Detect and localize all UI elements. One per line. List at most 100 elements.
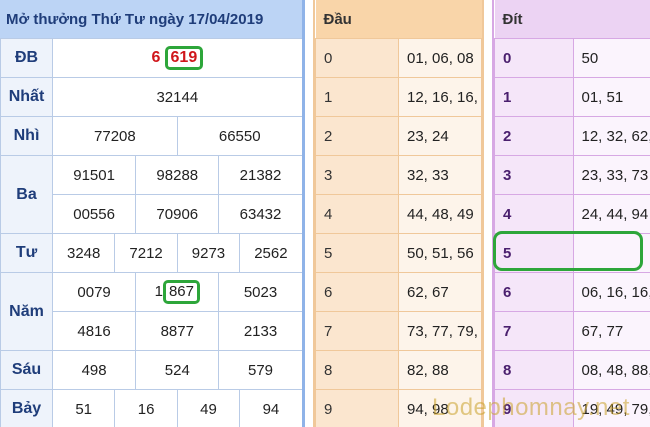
dit-row: 4 24, 44, 94: [494, 194, 650, 234]
prize-value: 32144: [52, 77, 302, 117]
prize-value: 16: [114, 389, 178, 427]
prize-label-sau: Sáu: [0, 350, 53, 390]
prize-value: 524: [135, 350, 220, 390]
dau-row: 3 32, 33: [315, 155, 482, 195]
dau-table: Đầu 001, 06, 08112, 16, 16, 19223, 24332…: [315, 0, 482, 427]
dau-values: 32, 33: [398, 155, 482, 195]
dau-key: 1: [315, 77, 399, 117]
prize-value: 0079: [51, 272, 137, 312]
prize-value: 5023: [218, 272, 302, 312]
prize-value: 4816: [51, 311, 137, 351]
prize-value: 3248: [51, 233, 116, 273]
prize-value: 49: [176, 389, 241, 427]
prize-value: 91501: [51, 155, 137, 195]
dau-row: 773, 77, 79, 79: [315, 311, 482, 351]
dau-row: 112, 16, 16, 19: [315, 77, 482, 117]
dau-values: 82, 88: [398, 350, 482, 390]
dit-values: 50: [572, 38, 650, 78]
dau-key: 4: [315, 194, 399, 234]
empty-row-highlight: [493, 231, 643, 271]
dau-key: 6: [315, 272, 399, 312]
dit-key: 7: [494, 311, 574, 351]
prize-label-nhi: Nhì: [0, 116, 53, 156]
prize-row-nhi: Nhì 77208 66550: [0, 116, 302, 156]
dit-key: 8: [494, 350, 574, 390]
dau-row: 2 23, 24: [315, 116, 482, 156]
prize-value: 7212: [114, 233, 178, 273]
dau-row: 4 44, 48, 49: [315, 194, 482, 234]
prize-value: 66550: [176, 116, 302, 156]
prize-value: 77208: [52, 116, 178, 156]
prize-row-nhat: Nhất 32144: [0, 77, 302, 117]
prize-grid: ĐB 6 619 Nhất 32144 Nhì 77208 66550 Ba 9…: [0, 38, 302, 427]
dit-values: 67, 77: [572, 311, 650, 351]
dit-row: 808, 48, 88, 98: [494, 350, 650, 390]
prize-row-sau: Sáu 498 524 579: [0, 350, 302, 390]
prize-value: 98288: [135, 155, 220, 195]
dit-key: 0: [494, 38, 574, 78]
prize-value: 498: [51, 350, 137, 390]
results-table: Mở thưởng Thứ Tư ngày 17/04/2019: [0, 0, 302, 38]
dit-table: Đít 050101, 51212, 32, 62, 82323, 33, 73…: [494, 0, 650, 427]
dit-values: 08, 48, 88, 98: [572, 350, 650, 390]
dau-key: 2: [315, 116, 399, 156]
dau-values: 23, 24: [398, 116, 482, 156]
prize-label-bay: Bảy: [0, 389, 53, 427]
dau-key: 5: [315, 233, 399, 273]
prize-label-tu: Tư: [0, 233, 53, 273]
dau-header: Đầu: [315, 0, 482, 39]
prize-value-db: 6 619: [52, 38, 302, 78]
prize-label-nam: Năm: [0, 272, 53, 351]
dit-row: 7 67, 77: [494, 311, 650, 351]
dau-values: 50, 51, 56: [398, 233, 482, 273]
dit-values: 06, 16, 16, 56: [572, 272, 650, 312]
dau-row: 8 82, 88: [315, 350, 482, 390]
prize-value: 70906: [135, 194, 220, 234]
dit-row: 1 01, 51: [494, 77, 650, 117]
prize-value: 9273: [176, 233, 241, 273]
prize-row-bay: Bảy 51 16 49 94: [0, 389, 302, 427]
prize-row-db: ĐB 6 619: [0, 38, 302, 78]
prize-value: 8877: [135, 311, 220, 351]
dau-key: 0: [315, 38, 399, 78]
prize-value: 94: [239, 389, 302, 427]
dit-row: 606, 16, 16, 56: [494, 272, 650, 312]
dau-row: 6 62, 67: [315, 272, 482, 312]
dau-panel: Đầu 001, 06, 08112, 16, 16, 19223, 24332…: [313, 0, 484, 427]
prize-value: 2562: [239, 233, 302, 273]
dit-values: 01, 51: [572, 77, 650, 117]
prize-value: 579: [218, 350, 302, 390]
prize-value-highlighted: 1 867: [135, 272, 220, 312]
results-panel: Mở thưởng Thứ Tư ngày 17/04/2019 ĐB 6 61…: [0, 0, 305, 427]
dit-values: 12, 32, 62, 82: [572, 116, 650, 156]
dau-values: 73, 77, 79, 79: [398, 311, 482, 351]
db-prefix: 6: [151, 49, 161, 66]
dau-values: 62, 67: [398, 272, 482, 312]
prize-label-ba: Ba: [0, 155, 53, 234]
prize-value: 00556: [51, 194, 137, 234]
dau-key: 9: [315, 389, 399, 427]
nam-prefix: 1: [154, 283, 163, 300]
dau-row: 5 50, 51, 56: [315, 233, 482, 273]
dau-row: 0 01, 06, 08: [315, 38, 482, 78]
prize-row-ba: Ba 91501 98288 21382: [0, 155, 302, 234]
watermark: Lodephomnay.net: [432, 394, 630, 421]
prize-value: 2133: [218, 311, 302, 351]
dau-key: 8: [315, 350, 399, 390]
dau-key: 3: [315, 155, 399, 195]
dau-key: 7: [315, 311, 399, 351]
dit-key: 6: [494, 272, 574, 312]
dau-values: 01, 06, 08: [398, 38, 482, 78]
prize-value: 63432: [218, 194, 302, 234]
dit-row: 0 50: [494, 38, 650, 78]
dit-values: 23, 33, 73: [572, 155, 650, 195]
db-highlight: 619: [164, 46, 204, 70]
dit-header: Đít: [494, 0, 650, 39]
dit-key: 2: [494, 116, 574, 156]
dit-row: 212, 32, 62, 82: [494, 116, 650, 156]
dit-key: 4: [494, 194, 574, 234]
dit-panel: Đít 050101, 51212, 32, 62, 82323, 33, 73…: [492, 0, 650, 427]
results-title: Mở thưởng Thứ Tư ngày 17/04/2019: [0, 0, 302, 38]
dau-values: 12, 16, 16, 19: [398, 77, 482, 117]
prize-value: 51: [51, 389, 116, 427]
